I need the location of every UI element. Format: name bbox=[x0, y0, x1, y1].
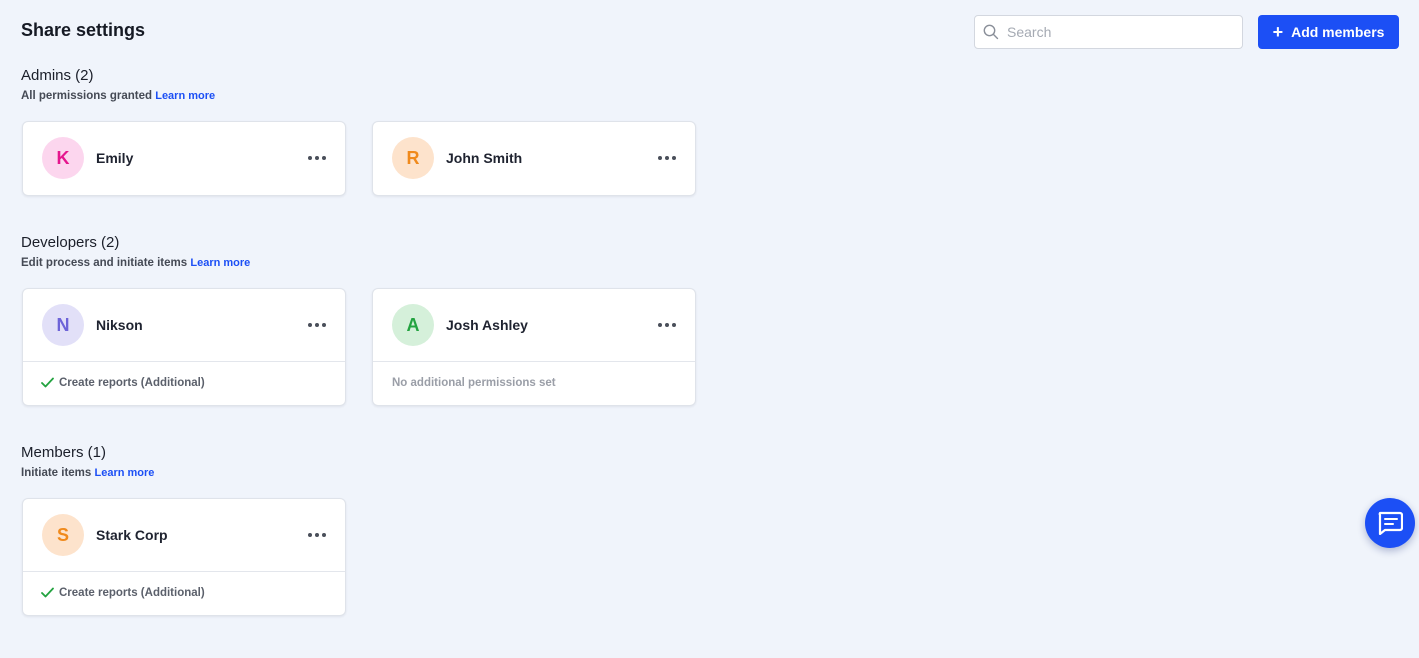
more-horizontal-icon bbox=[308, 156, 312, 160]
chat-icon bbox=[1378, 511, 1403, 535]
more-dot bbox=[322, 323, 326, 327]
section-title: Developers (2) bbox=[21, 234, 120, 251]
section-title: Admins (2) bbox=[21, 67, 94, 84]
member-card-john-smith: R John Smith bbox=[372, 121, 696, 196]
member-card-emily: K Emily bbox=[22, 121, 346, 196]
learn-more-link[interactable]: Learn more bbox=[95, 467, 155, 479]
check-icon bbox=[41, 587, 54, 598]
section-developers: Developers (2) Edit process and initiate… bbox=[21, 234, 250, 269]
chat-button[interactable] bbox=[1365, 498, 1415, 548]
member-card-nikson: N Nikson Create reports (Additional) bbox=[22, 288, 346, 406]
add-members-button[interactable]: + Add members bbox=[1258, 15, 1399, 49]
member-name: Stark Corp bbox=[96, 527, 168, 543]
section-description: Edit process and initiate items Learn mo… bbox=[21, 257, 250, 269]
avatar: A bbox=[392, 304, 434, 346]
more-horizontal-icon bbox=[658, 323, 662, 327]
more-options-button[interactable] bbox=[657, 315, 677, 335]
plus-icon: + bbox=[1272, 21, 1284, 42]
section-description: All permissions granted Learn more bbox=[21, 90, 215, 102]
member-card-stark-corp: S Stark Corp Create reports (Additional) bbox=[22, 498, 346, 616]
permission-text: Create reports (Additional) bbox=[59, 586, 205, 599]
avatar: S bbox=[42, 514, 84, 556]
section-members: Members (1) Initiate items Learn more bbox=[21, 444, 154, 479]
member-name: Nikson bbox=[96, 317, 143, 333]
member-name: John Smith bbox=[446, 150, 523, 166]
search-input[interactable] bbox=[1007, 24, 1227, 40]
section-admins: Admins (2) All permissions granted Learn… bbox=[21, 67, 215, 102]
add-members-label: Add members bbox=[1291, 24, 1385, 40]
member-card-josh-ashley: A Josh Ashley No additional permissions … bbox=[372, 288, 696, 406]
member-name: Josh Ashley bbox=[446, 317, 528, 333]
more-dot bbox=[665, 323, 669, 327]
more-dot bbox=[315, 156, 319, 160]
more-options-button[interactable] bbox=[307, 148, 327, 168]
section-description-text: Initiate items bbox=[21, 467, 92, 479]
more-horizontal-icon bbox=[308, 533, 312, 537]
section-description: Initiate items Learn more bbox=[21, 467, 154, 479]
more-options-button[interactable] bbox=[657, 148, 677, 168]
avatar: R bbox=[392, 137, 434, 179]
more-dot bbox=[672, 323, 676, 327]
section-title: Members (1) bbox=[21, 444, 107, 461]
learn-more-link[interactable]: Learn more bbox=[155, 90, 215, 102]
page-title: Share settings bbox=[21, 20, 146, 40]
search-box[interactable] bbox=[974, 15, 1243, 49]
permission-row: Create reports (Additional) bbox=[23, 571, 345, 613]
more-dot bbox=[322, 156, 326, 160]
more-options-button[interactable] bbox=[307, 315, 327, 335]
member-name: Emily bbox=[96, 150, 134, 166]
more-options-button[interactable] bbox=[307, 525, 327, 545]
more-dot bbox=[315, 533, 319, 537]
more-dot bbox=[315, 323, 319, 327]
more-dot bbox=[322, 533, 326, 537]
check-icon bbox=[41, 377, 54, 388]
permission-text: No additional permissions set bbox=[392, 376, 556, 389]
avatar: N bbox=[42, 304, 84, 346]
more-horizontal-icon bbox=[308, 323, 312, 327]
permission-text: Create reports (Additional) bbox=[59, 376, 205, 389]
learn-more-link[interactable]: Learn more bbox=[190, 257, 250, 269]
search-icon bbox=[983, 24, 999, 40]
permission-row: No additional permissions set bbox=[373, 361, 695, 403]
section-description-text: Edit process and initiate items bbox=[21, 257, 188, 269]
section-description-text: All permissions granted bbox=[21, 90, 153, 102]
permission-row: Create reports (Additional) bbox=[23, 361, 345, 403]
more-horizontal-icon bbox=[658, 156, 662, 160]
more-dot bbox=[672, 156, 676, 160]
more-dot bbox=[665, 156, 669, 160]
avatar: K bbox=[42, 137, 84, 179]
